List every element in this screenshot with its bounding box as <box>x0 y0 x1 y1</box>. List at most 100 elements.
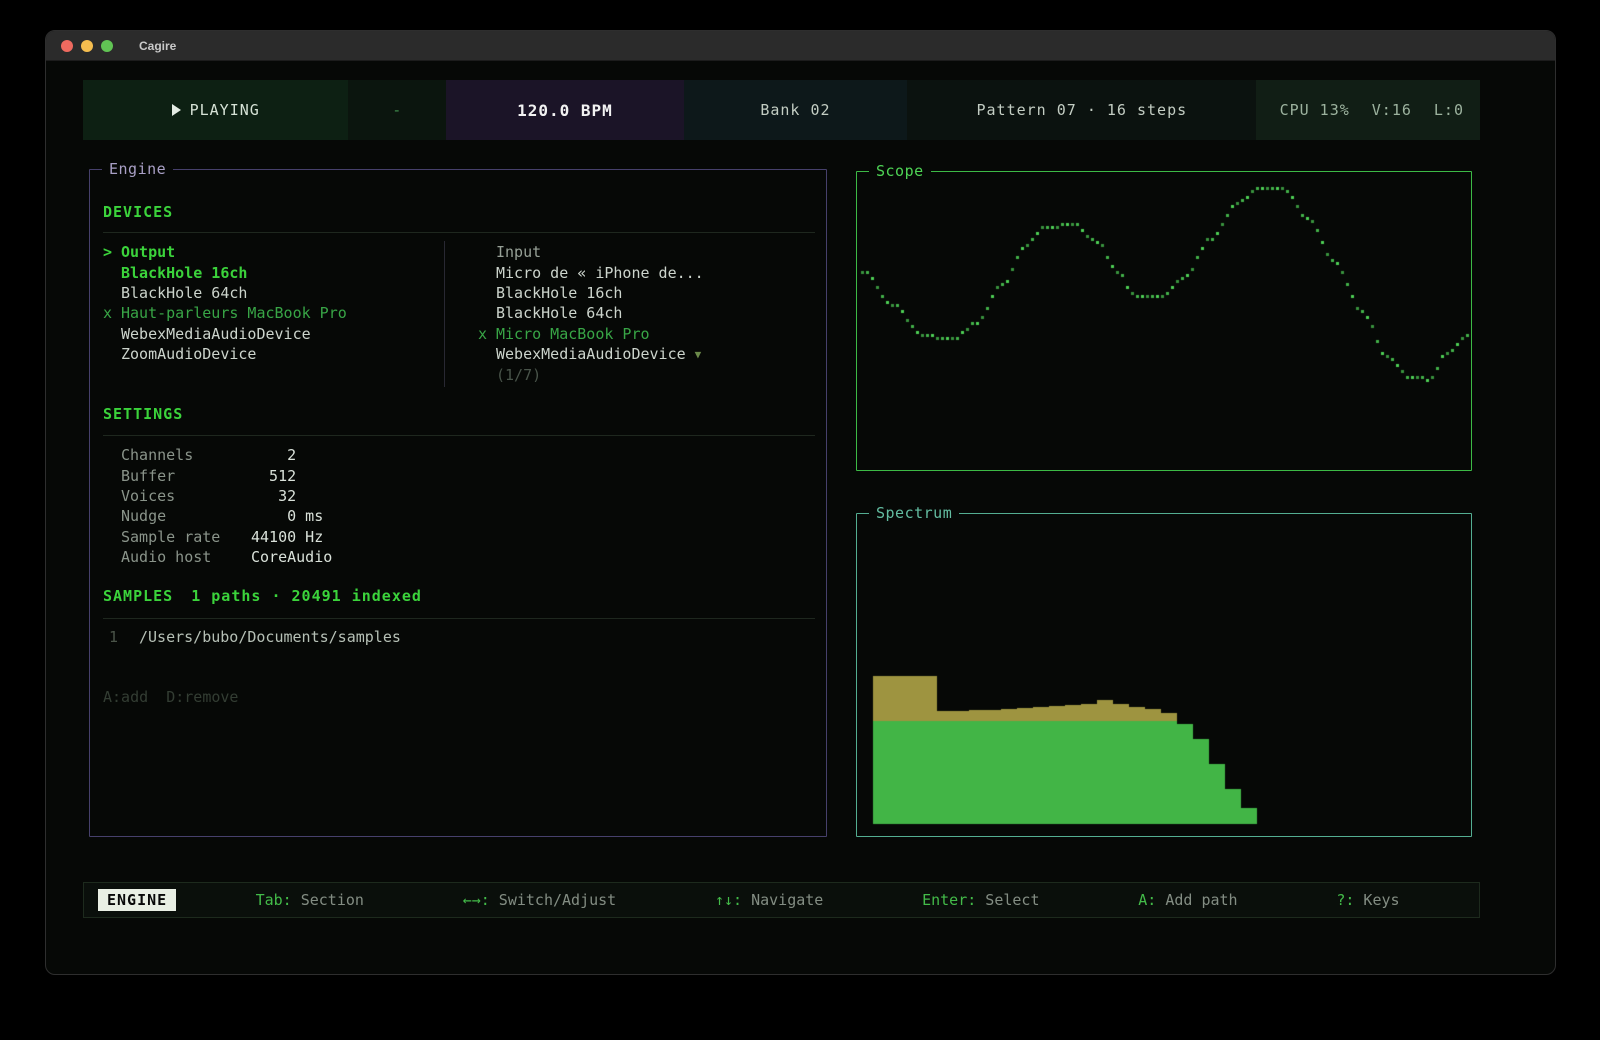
device-marker: x <box>478 325 496 343</box>
hint-label: Select <box>976 891 1039 909</box>
setting-label: Buffer <box>121 467 251 485</box>
bpm-value: 120.0 BPM <box>517 101 613 120</box>
hint-label: Keys <box>1354 891 1399 909</box>
devices-heading: DEVICES <box>103 203 173 221</box>
device-label: BlackHole 16ch <box>121 264 247 282</box>
device-label: BlackHole 64ch <box>121 284 247 302</box>
play-icon <box>172 104 181 116</box>
bank-display[interactable]: Bank 02 <box>684 80 908 140</box>
device-item[interactable]: xMicro MacBook Pro <box>478 324 813 344</box>
window-title: Cagire <box>139 39 176 53</box>
setting-value[interactable]: 0 ms <box>251 507 323 525</box>
device-label: BlackHole 16ch <box>496 284 622 302</box>
setting-value[interactable]: 512 <box>251 467 296 485</box>
device-marker: > <box>103 243 121 261</box>
device-label: (1/7) <box>496 366 541 384</box>
key-hint: A: Add path <box>1138 891 1237 909</box>
bpm-display[interactable]: 120.0 BPM <box>446 80 683 140</box>
device-label: ZoomAudioDevice <box>121 345 256 363</box>
pattern-display[interactable]: Pattern 07 · 16 steps <box>907 80 1256 140</box>
hint-key: ←→: <box>463 891 490 909</box>
titlebar: Cagire <box>46 31 1555 61</box>
hint-label: Switch/Adjust <box>490 891 616 909</box>
key-hint: Enter: Select <box>922 891 1039 909</box>
setting-label: Audio host <box>121 548 251 566</box>
hint-key: Enter: <box>922 891 976 909</box>
key-hint: ↑↓: Navigate <box>715 891 823 909</box>
bank-value: Bank 02 <box>760 101 830 119</box>
device-item[interactable]: (1/7) <box>478 364 813 384</box>
setting-row: Buffer 512 <box>121 465 811 485</box>
path-text: /Users/bubo/Documents/samples <box>139 628 401 646</box>
mode-badge[interactable]: ENGINE <box>98 889 176 911</box>
setting-row: Voices 32 <box>121 486 811 506</box>
setting-value[interactable]: 2 <box>251 446 296 464</box>
setting-row: Channels 2 <box>121 445 811 465</box>
output-device-list: >Output BlackHole 16ch BlackHole 64chxHaut… <box>103 242 438 364</box>
device-item[interactable]: BlackHole 64ch <box>478 303 813 323</box>
more-below-icon: ▼ <box>695 348 702 361</box>
spectrum-panel: Spectrum <box>856 513 1472 837</box>
transport-control[interactable]: PLAYING <box>83 80 348 140</box>
path-index: 1 <box>109 628 139 646</box>
device-item[interactable]: xHaut-parleurs MacBook Pro <box>103 303 438 323</box>
samples-rule <box>103 618 815 619</box>
device-item[interactable]: BlackHole 16ch <box>103 262 438 282</box>
device-label: Output <box>121 243 175 261</box>
key-hint: ?: Keys <box>1336 891 1399 909</box>
device-item[interactable]: ZoomAudioDevice <box>103 344 438 364</box>
samples-key-hint: A:add D:remove <box>103 688 238 706</box>
device-label: Micro MacBook Pro <box>496 325 650 343</box>
hint-label: Navigate <box>742 891 823 909</box>
device-label: WebexMediaAudioDevice <box>496 345 686 363</box>
device-marker: x <box>103 304 121 322</box>
engine-panel-title: Engine <box>102 160 173 178</box>
settings-rule <box>103 435 815 436</box>
device-item[interactable]: Input <box>478 242 813 262</box>
sample-path-row[interactable]: 1/Users/bubo/Documents/samples <box>109 628 401 646</box>
samples-heading-line: SAMPLES 1 paths · 20491 indexed <box>103 587 422 605</box>
setting-label: Voices <box>121 487 251 505</box>
setting-value[interactable]: CoreAudio <box>251 548 332 566</box>
hint-key: ↑↓: <box>715 891 742 909</box>
minimize-button[interactable] <box>81 40 93 52</box>
hint-label: Add path <box>1156 891 1237 909</box>
stats-display: CPU 13% V:16 L:0 <box>1256 80 1480 140</box>
scope-waveform <box>857 172 1471 470</box>
setting-row: Audio hostCoreAudio <box>121 547 811 567</box>
setting-label: Nudge <box>121 507 251 525</box>
pattern-value: Pattern 07 · 16 steps <box>977 101 1188 119</box>
latency-stat: L:0 <box>1434 101 1464 119</box>
device-item[interactable]: >Output <box>103 242 438 262</box>
key-hint: Tab: Section <box>256 891 364 909</box>
input-device-list: Input Micro de « iPhone de... BlackHole 16… <box>478 242 813 385</box>
setting-value[interactable]: 32 <box>251 487 296 505</box>
setting-label: Sample rate <box>121 528 251 546</box>
scope-panel: Scope <box>856 171 1472 471</box>
engine-panel: Engine DEVICES >OutputBlackHole 16chBlac… <box>89 169 827 837</box>
setting-row: Nudge 0 ms <box>121 506 811 526</box>
setting-label: Channels <box>121 446 251 464</box>
hint-key: Tab: <box>256 891 292 909</box>
settings-heading: SETTINGS <box>103 405 183 423</box>
device-item[interactable]: BlackHole 16ch <box>478 283 813 303</box>
device-label: Input <box>496 243 541 261</box>
setting-value[interactable]: 44100 Hz <box>251 528 323 546</box>
zoom-button[interactable] <box>101 40 113 52</box>
cpu-stat: CPU 13% <box>1280 101 1350 119</box>
device-item[interactable]: WebexMediaAudioDevice ▼ <box>478 344 813 364</box>
device-item[interactable]: BlackHole 64ch <box>103 283 438 303</box>
device-label: BlackHole 64ch <box>496 304 622 322</box>
samples-summary: 1 paths · 20491 indexed <box>191 587 422 605</box>
devices-rule <box>103 232 815 233</box>
close-button[interactable] <box>61 40 73 52</box>
app-window: Cagire PLAYING - 120.0 BPM Bank 02 Patte… <box>45 30 1556 975</box>
device-label: Haut-parleurs MacBook Pro <box>121 304 347 322</box>
samples-heading: SAMPLES <box>103 587 173 605</box>
device-item[interactable]: Micro de « iPhone de... <box>478 262 813 282</box>
hint-key: A: <box>1138 891 1156 909</box>
metronome-indicator: - <box>348 80 446 140</box>
spectrum-bars <box>857 514 1471 836</box>
device-label: Micro de « iPhone de... <box>496 264 704 282</box>
device-item[interactable]: WebexMediaAudioDevice <box>103 324 438 344</box>
